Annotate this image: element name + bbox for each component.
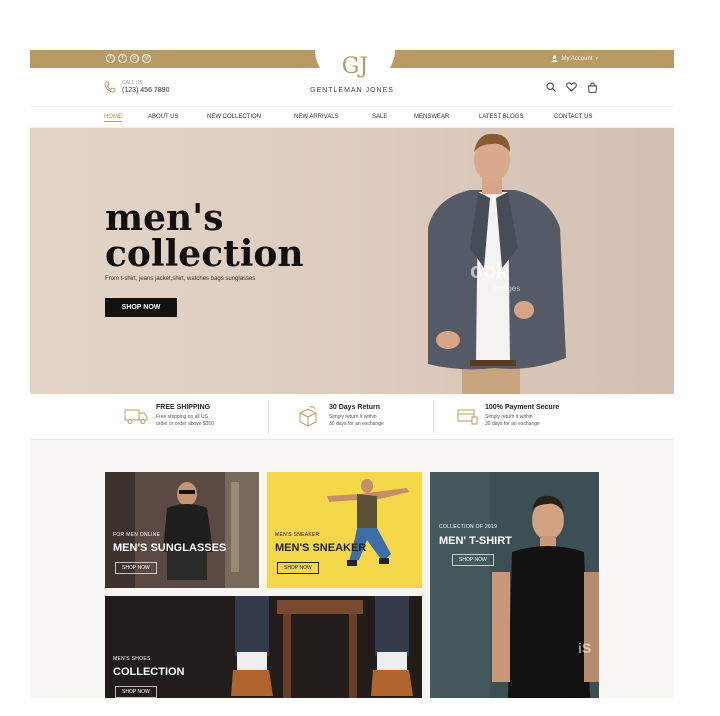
feature-desc-line: order or order above $200 xyxy=(156,421,215,427)
tshirt-model-image xyxy=(430,472,599,698)
pinterest-icon[interactable]: p xyxy=(130,54,139,63)
stock-watermark-sub: Images xyxy=(494,284,521,293)
instagram-icon[interactable]: ◎ xyxy=(142,54,151,63)
tile-mens-tshirt[interactable]: COLLECTION OF 2019 MEN' T-SHIRT SHOP NOW… xyxy=(430,472,599,698)
tile-shop-now-button[interactable]: SHOP NOW xyxy=(452,554,494,566)
hero-shop-now-button[interactable]: SHOP NOW xyxy=(105,298,177,317)
feature-desc-line: Free shipping on all US xyxy=(156,414,208,420)
feature-desc-line: Simply return it within xyxy=(485,414,533,420)
tile-title: MEN'S SUNGLASSES xyxy=(113,542,227,554)
tile-mens-shoes[interactable]: MEN'S SHOES COLLECTION SHOP NOW xyxy=(105,596,422,698)
hero-subtitle: From t-shirt, jeans jacket,shirt, watche… xyxy=(105,276,256,282)
logo[interactable]: GJ xyxy=(315,50,395,84)
tile-title: MEN'S SNEAKER xyxy=(275,542,367,554)
nav-home[interactable]: HOME xyxy=(104,114,122,122)
tile-mens-sneaker[interactable]: MEN'S SNEAKER MEN'S SNEAKER SHOP NOW xyxy=(267,472,422,588)
feature-desc-line: 30 days for an exchange xyxy=(485,421,540,427)
tile-caption: MEN'S SHOES xyxy=(113,656,151,662)
tile-shop-now-button[interactable]: SHOP NOW xyxy=(277,562,319,574)
truck-icon xyxy=(124,409,148,424)
cart-bag-icon[interactable] xyxy=(587,82,598,93)
nav-new-arrivals[interactable]: NEW ARRIVALS xyxy=(294,114,339,120)
divider xyxy=(268,400,269,434)
tile-mens-sunglasses[interactable]: FOR MEN ONLINE MEN'S SUNGLASSES SHOP NOW xyxy=(105,472,259,588)
feature-desc-line: Simply return it within xyxy=(329,414,377,420)
header-icons xyxy=(546,82,598,93)
box-return-icon xyxy=(299,406,317,427)
tile-caption: FOR MEN ONLINE xyxy=(113,532,161,538)
stock-watermark: ock xyxy=(470,258,508,283)
hero-banner: men's collection From t-shirt, jeans jac… xyxy=(30,128,674,394)
website-page: f t p ◎ My Account ▾ CALL US (123) 456 7… xyxy=(30,50,674,698)
wishlist-heart-icon[interactable] xyxy=(566,82,577,92)
account-label: My Account xyxy=(561,55,593,62)
shoes-model-image xyxy=(105,596,422,698)
twitter-icon[interactable]: t xyxy=(118,54,127,63)
tile-shop-now-button[interactable]: SHOP NOW xyxy=(115,686,157,698)
secure-payment-icon xyxy=(457,409,478,425)
nav-contact-us[interactable]: CONTACT US xyxy=(554,114,592,120)
feature-desc-line: 30 days for an exchange xyxy=(329,421,384,427)
tile-title: COLLECTION xyxy=(113,666,185,678)
tile-caption: COLLECTION OF 2019 xyxy=(439,524,498,530)
feature-title: 30 Days Return xyxy=(329,404,380,411)
nav-sale[interactable]: SALE xyxy=(372,114,387,120)
feature-title: 100% Payment Secure xyxy=(485,404,560,411)
nav-about-us[interactable]: ABOUT US xyxy=(148,114,179,120)
nav-new-collection[interactable]: NEW COLLECTION xyxy=(207,114,261,120)
facebook-icon[interactable]: f xyxy=(106,54,115,63)
search-icon[interactable] xyxy=(546,82,556,92)
account-menu[interactable]: My Account ▾ xyxy=(551,55,598,62)
nav-menswear[interactable]: MENSWEAR xyxy=(414,114,449,120)
logo-monogram: GJ xyxy=(341,54,369,79)
features-bar: FREE SHIPPING Free shipping on all US or… xyxy=(30,394,674,440)
feature-title: FREE SHIPPING xyxy=(156,404,211,411)
feature-free-shipping: FREE SHIPPING Free shipping on all US or… xyxy=(120,394,270,440)
tile-title: MEN' T-SHIRT xyxy=(439,535,512,547)
tile-caption: MEN'S SNEAKER xyxy=(275,532,320,538)
feature-30-days-return: 30 Days Return Simply return it within 3… xyxy=(295,394,445,440)
hero-title-line-2: collection xyxy=(105,233,304,275)
nav-latest-blogs[interactable]: LATEST BLOGS xyxy=(479,114,523,120)
feature-payment-secure: 100% Payment Secure Simply return it wit… xyxy=(455,394,625,440)
call-label: CALL US xyxy=(122,80,143,86)
tile-shop-now-button[interactable]: SHOP NOW xyxy=(115,562,157,574)
hero-title: men's collection xyxy=(105,200,304,272)
hero-title-line-1: men's xyxy=(105,197,224,239)
stock-watermark: iS xyxy=(578,640,592,656)
social-links: f t p ◎ xyxy=(106,54,151,63)
chevron-down-icon: ▾ xyxy=(595,55,598,62)
user-icon xyxy=(551,55,559,62)
main-nav: HOME ABOUT US NEW COLLECTION NEW ARRIVAL… xyxy=(30,106,674,128)
divider xyxy=(433,400,434,434)
